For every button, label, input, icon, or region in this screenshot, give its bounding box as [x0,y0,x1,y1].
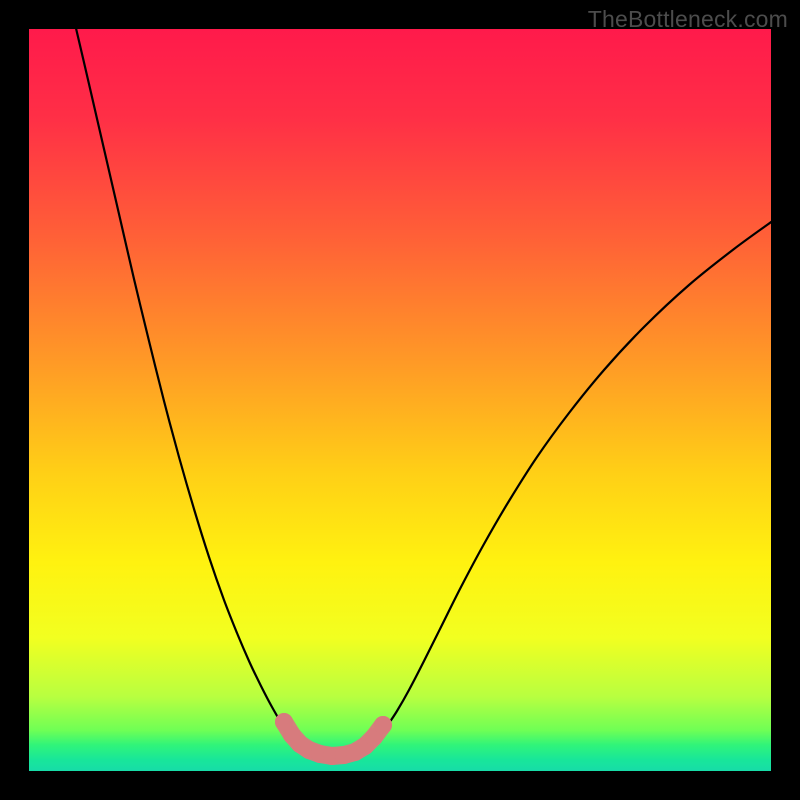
gradient-background [29,29,771,771]
marker-dot [374,716,392,734]
plot-area [29,29,771,771]
chart-frame: TheBottleneck.com [0,0,800,800]
bottleneck-chart-svg [29,29,771,771]
watermark-text: TheBottleneck.com [588,6,788,33]
